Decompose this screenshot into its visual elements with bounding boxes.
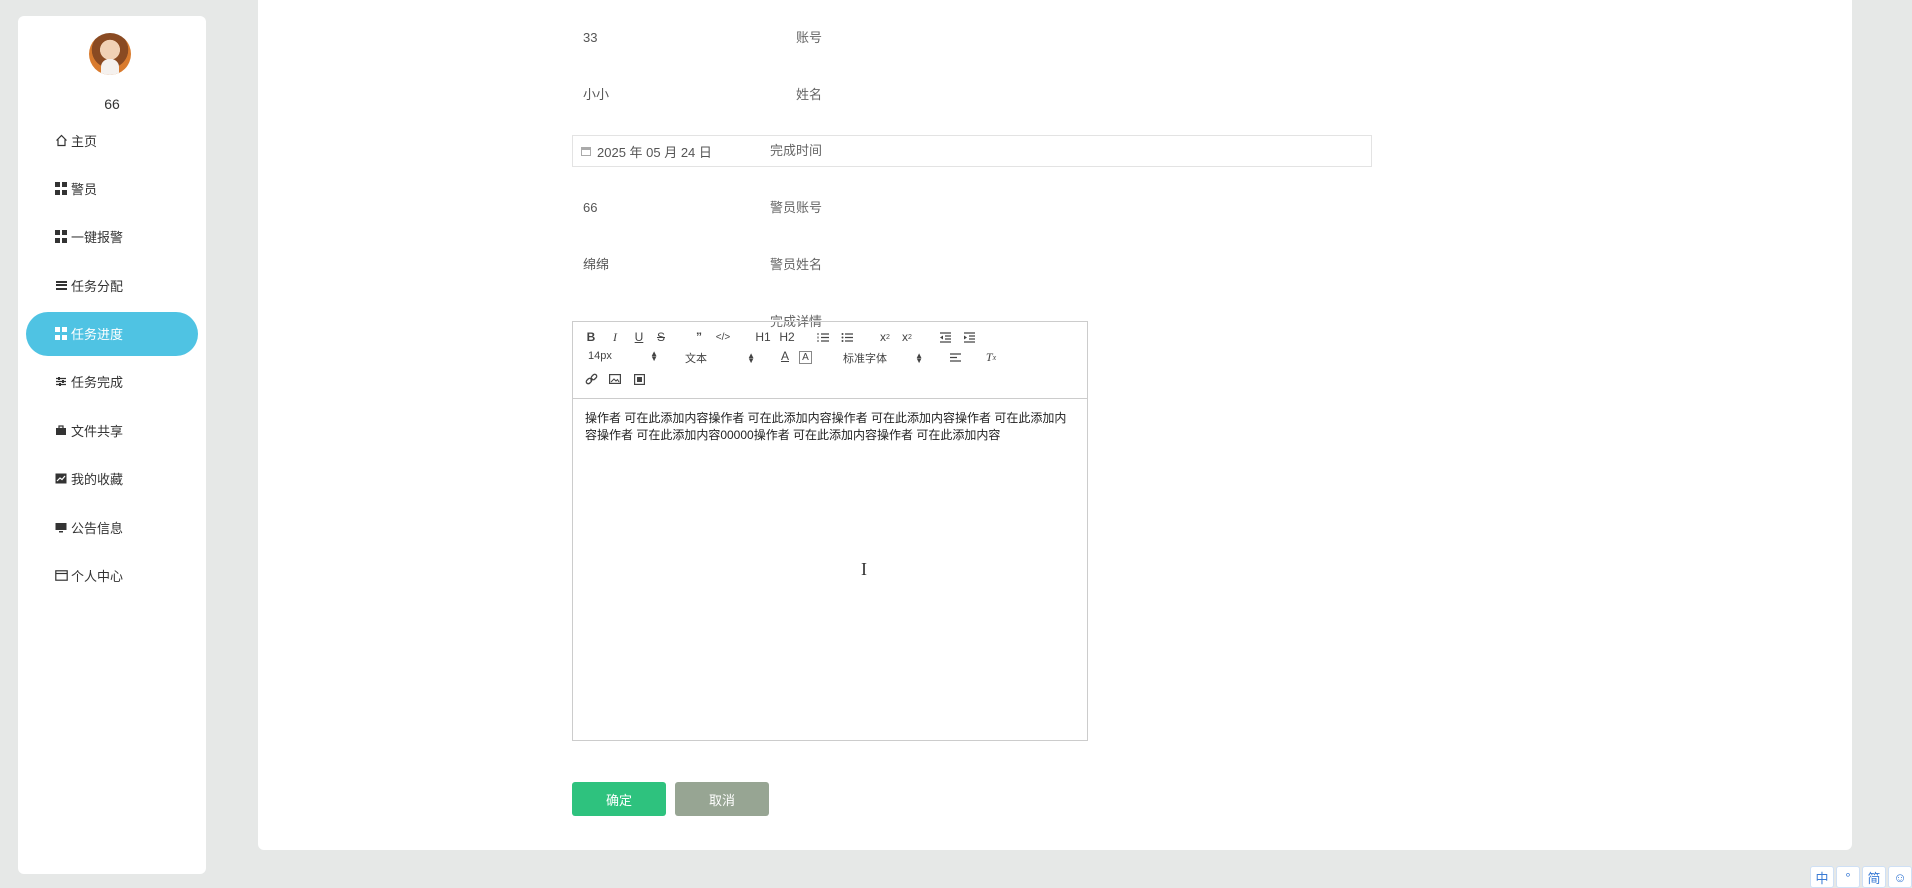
officer-account-value: 66 (583, 200, 598, 215)
cancel-button[interactable]: 取消 (675, 782, 769, 816)
main-panel: 账号 33 姓名 小小 完成时间 2025 年 05 月 24 日 警员账号 6… (258, 0, 1852, 850)
sidebar-item-police[interactable]: 警员 (26, 166, 198, 210)
quote-button[interactable]: ” (691, 329, 707, 345)
grid-icon (54, 327, 68, 341)
strike-button[interactable]: S (653, 329, 669, 345)
home-icon (54, 133, 68, 147)
monitor-icon (54, 520, 68, 534)
select-arrows-icon: ▲ ▼ (915, 351, 923, 365)
account-value: 33 (583, 30, 598, 45)
form-row-officer-account: 警员账号 66 (258, 191, 1852, 225)
h2-button[interactable]: H2 (777, 329, 797, 345)
grid-icon (54, 181, 68, 195)
sidebar-item-profile[interactable]: 个人中心 (26, 554, 198, 598)
input-method-toolbar: 中 ° 简 ☺ (1810, 866, 1912, 888)
rich-text-editor: B I U S ” </> H1 H2 x2 x2 14px ▲ ▼ 文本 ▲ … (572, 321, 1088, 741)
sidebar-item-task-done[interactable]: 任务完成 (26, 360, 198, 404)
editor-content[interactable]: 操作者 可在此添加内容操作者 可在此添加内容操作者 可在此添加内容操作者 可在此… (573, 399, 1087, 455)
bullet-list-icon[interactable] (839, 329, 855, 345)
ime-simplified-button[interactable]: 简 (1862, 866, 1886, 888)
font-size-select[interactable]: 14px ▲ ▼ (588, 349, 658, 363)
sidebar-item-label: 文件共享 (71, 423, 124, 439)
ime-punctuation-button[interactable]: ° (1836, 866, 1860, 888)
form-row-name: 姓名 小小 (258, 78, 1852, 112)
link-icon[interactable] (583, 371, 599, 387)
sidebar-item-alarm[interactable]: 一键报警 (26, 215, 198, 259)
select-arrows-icon: ▲ ▼ (747, 351, 755, 365)
clear-format-button[interactable]: Tx (983, 349, 999, 365)
sidebar-item-file-share[interactable]: 文件共享 (26, 408, 198, 452)
sliders-icon (54, 375, 68, 389)
font-color-button[interactable]: A (777, 348, 793, 364)
sidebar-item-label: 任务进度 (71, 327, 124, 343)
finish-time-value: 2025 年 05 月 24 日 (597, 144, 712, 160)
name-label: 姓名 (795, 87, 822, 102)
image-icon[interactable] (607, 371, 623, 387)
form-row-finish-time: 完成时间 2025 年 05 月 24 日 (258, 134, 1852, 168)
briefcase-icon (54, 423, 68, 437)
font-family-value: 标准字体 (843, 353, 887, 365)
background-color-button[interactable]: A (799, 351, 812, 364)
form-row-account: 账号 33 (258, 21, 1852, 55)
avatar[interactable] (89, 33, 131, 75)
header-select-value: 文本 (685, 353, 707, 365)
finish-time-field[interactable]: 2025 年 05 月 24 日 (572, 135, 1372, 167)
sidebar-item-label: 任务分配 (71, 278, 124, 294)
underline-button[interactable]: U (631, 329, 647, 345)
sidebar-item-home[interactable]: 主页 (26, 118, 198, 162)
editor-toolbar: B I U S ” </> H1 H2 x2 x2 14px ▲ ▼ 文本 ▲ … (573, 322, 1087, 399)
grid-icon (54, 230, 68, 244)
code-block-button[interactable]: </> (715, 329, 731, 345)
sidebar-menu: 主页 警员 一键报警 任务分配 任务进度 任务完成 文件共享 我的收藏 公告信息… (26, 118, 198, 602)
sidebar-item-label: 公告信息 (71, 520, 124, 536)
superscript-button[interactable]: x2 (899, 329, 915, 345)
video-icon[interactable] (631, 371, 647, 387)
sidebar-item-task-assign[interactable]: 任务分配 (26, 263, 198, 307)
sidebar: 66 主页 警员 一键报警 任务分配 任务进度 任务完成 文件共享 我的收藏 公… (18, 16, 206, 874)
outdent-icon[interactable] (937, 329, 953, 345)
text-cursor-icon: I (861, 559, 867, 579)
officer-account-label: 警员账号 (769, 200, 822, 215)
italic-button[interactable]: I (607, 329, 623, 345)
sidebar-item-task-progress[interactable]: 任务进度 (26, 311, 198, 356)
sidebar-item-label: 警员 (71, 181, 98, 197)
officer-name-label: 警员姓名 (769, 257, 822, 272)
sidebar-item-label: 我的收藏 (71, 472, 124, 488)
header-select[interactable]: 文本 ▲ ▼ (685, 350, 755, 366)
font-size-value: 14px (588, 350, 612, 362)
ime-chinese-button[interactable]: 中 (1810, 866, 1834, 888)
calendar-icon (581, 146, 591, 156)
card-icon (54, 569, 68, 583)
sidebar-item-label: 主页 (71, 133, 98, 149)
confirm-button[interactable]: 确定 (572, 782, 666, 816)
sidebar-item-label: 一键报警 (71, 230, 124, 246)
name-value: 小小 (583, 87, 610, 102)
chart-icon (54, 472, 68, 486)
font-family-select[interactable]: 标准字体 ▲ ▼ (843, 350, 923, 366)
ordered-list-icon[interactable] (815, 329, 831, 345)
form-row-officer-name: 警员姓名 绵绵 (258, 248, 1852, 282)
ime-skin-button[interactable]: ☺ (1888, 866, 1912, 888)
select-arrows-icon: ▲ ▼ (650, 349, 658, 363)
sidebar-item-label: 任务完成 (71, 375, 124, 391)
bold-button[interactable]: B (583, 329, 599, 345)
username: 66 (104, 96, 120, 112)
h1-button[interactable]: H1 (753, 329, 773, 345)
officer-name-value: 绵绵 (583, 257, 610, 272)
sidebar-item-label: 个人中心 (71, 569, 124, 585)
list-icon (54, 278, 68, 292)
account-label: 账号 (795, 30, 822, 45)
subscript-button[interactable]: x2 (877, 329, 893, 345)
sidebar-item-announcements[interactable]: 公告信息 (26, 505, 198, 549)
sidebar-item-favorites[interactable]: 我的收藏 (26, 457, 198, 501)
indent-icon[interactable] (961, 329, 977, 345)
align-icon[interactable] (947, 349, 963, 365)
